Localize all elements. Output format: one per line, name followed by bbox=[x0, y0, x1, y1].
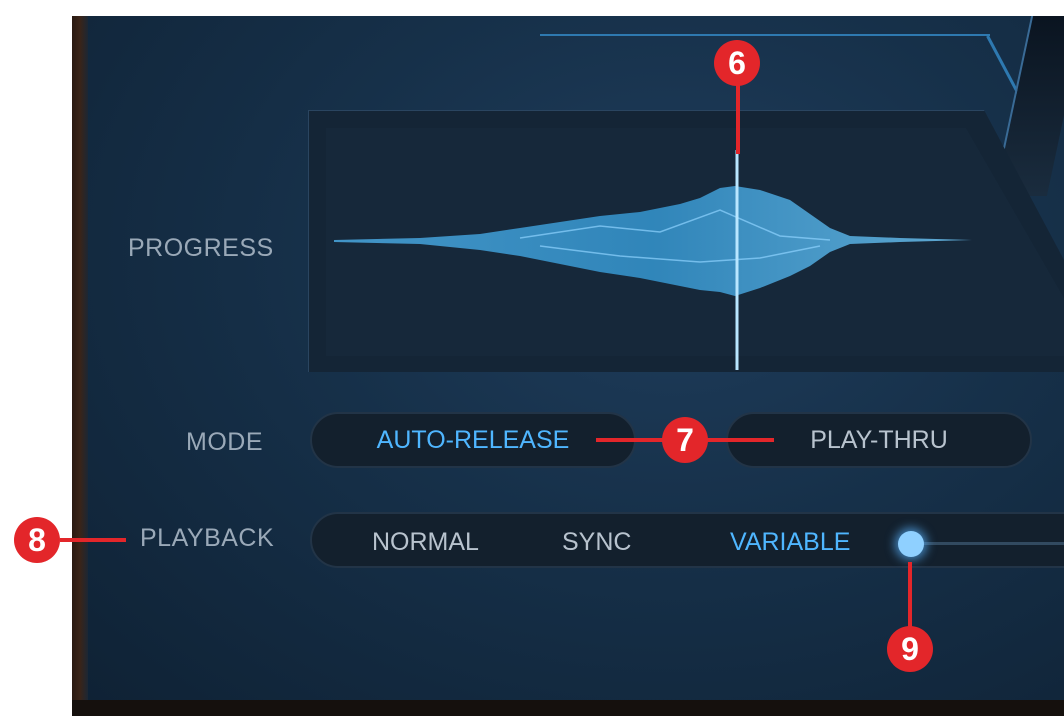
callout-8-badge: 8 bbox=[14, 517, 60, 563]
callout-7-badge: 7 bbox=[662, 417, 708, 463]
callout-7-leader-right bbox=[706, 438, 774, 442]
playback-normal-option[interactable]: NORMAL bbox=[372, 528, 479, 557]
mode-auto-release-label: AUTO-RELEASE bbox=[376, 425, 570, 454]
callout-8-number: 8 bbox=[28, 521, 46, 558]
callout-9-badge: 9 bbox=[887, 626, 933, 672]
callout-7-number: 7 bbox=[676, 421, 694, 458]
callout-8-leader bbox=[60, 538, 126, 542]
callout-6-number: 6 bbox=[728, 44, 746, 81]
callout-9-number: 9 bbox=[901, 630, 919, 667]
callout-7-leader-left bbox=[596, 438, 664, 442]
mode-label: MODE bbox=[186, 428, 263, 456]
waveform-shape bbox=[334, 186, 972, 296]
playback-sync-option[interactable]: SYNC bbox=[562, 528, 631, 557]
playback-variable-option[interactable]: VARIABLE bbox=[730, 528, 850, 557]
callout-9-leader bbox=[908, 562, 912, 632]
callout-6-leader bbox=[736, 84, 740, 154]
variable-speed-slider-knob[interactable] bbox=[898, 531, 924, 557]
callout-6-badge: 6 bbox=[714, 40, 760, 86]
variable-speed-slider-track[interactable] bbox=[910, 542, 1064, 545]
playback-label: PLAYBACK bbox=[140, 524, 275, 552]
mode-auto-release-button[interactable]: AUTO-RELEASE bbox=[310, 412, 636, 468]
mode-play-thru-label: PLAY-THRU bbox=[810, 425, 948, 454]
waveform bbox=[334, 150, 972, 370]
